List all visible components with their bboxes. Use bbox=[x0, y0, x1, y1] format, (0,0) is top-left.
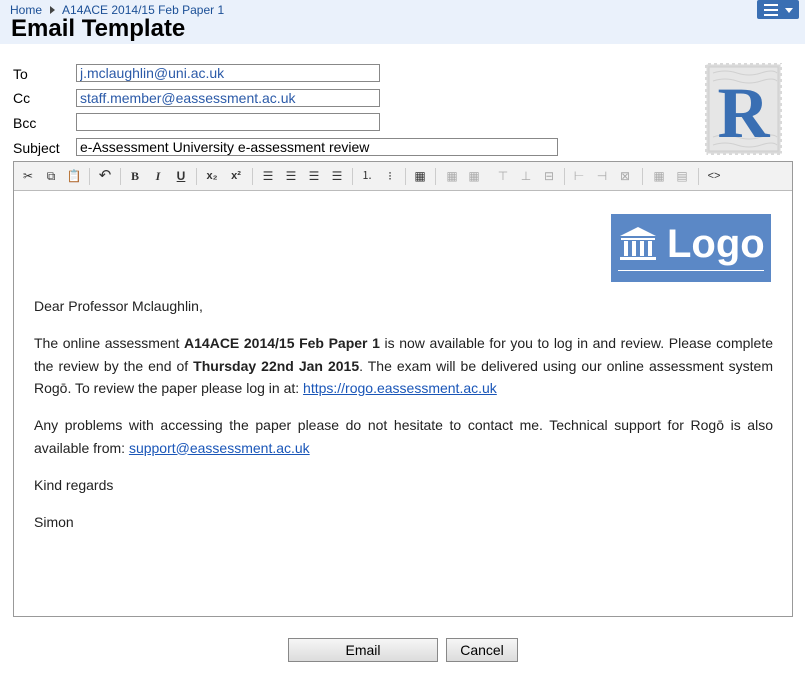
source-code-icon[interactable]: <> bbox=[706, 168, 722, 184]
align-right-icon[interactable]: ☰ bbox=[306, 168, 322, 184]
subscript-icon[interactable]: x₂ bbox=[204, 168, 220, 184]
stamp-letter: R bbox=[718, 73, 771, 153]
italic-icon[interactable]: I bbox=[150, 168, 166, 184]
logo-image: Logo bbox=[611, 214, 771, 282]
breadcrumb-separator-icon bbox=[50, 5, 56, 14]
insert-row-before-icon[interactable]: ⊤ bbox=[495, 168, 511, 184]
institution-building-icon bbox=[620, 227, 656, 260]
subject-label: Subject bbox=[13, 140, 60, 156]
insert-row-after-icon[interactable]: ⊥ bbox=[518, 168, 534, 184]
bold-icon[interactable]: B bbox=[127, 168, 143, 184]
merge-cells-icon[interactable]: ▦ bbox=[466, 168, 482, 184]
email-greeting: Dear Professor Mclaughlin, bbox=[34, 298, 203, 314]
to-label: To bbox=[13, 66, 28, 82]
delete-row-icon[interactable]: ⊟ bbox=[541, 168, 557, 184]
underline-icon[interactable]: U bbox=[173, 168, 189, 184]
bcc-field[interactable] bbox=[76, 113, 380, 131]
align-center-icon[interactable]: ☰ bbox=[283, 168, 299, 184]
cc-field[interactable] bbox=[76, 89, 380, 107]
cc-label: Cc bbox=[13, 90, 31, 106]
rogo-stamp-logo: R bbox=[705, 63, 782, 155]
insert-col-before-icon[interactable]: ⊢ bbox=[571, 168, 587, 184]
bullet-list-icon[interactable]: ⁝ bbox=[382, 168, 398, 184]
split-cells-icon[interactable]: ▦ bbox=[651, 168, 667, 184]
page-title: Email Template bbox=[11, 15, 186, 42]
chevron-down-icon bbox=[785, 8, 793, 13]
menu-button[interactable] bbox=[757, 0, 799, 19]
email-signature: Simon bbox=[34, 514, 74, 530]
justify-icon[interactable]: ☰ bbox=[329, 168, 345, 184]
copy-icon[interactable]: ⧉ bbox=[43, 168, 59, 184]
numbered-list-icon[interactable]: ⒈ bbox=[359, 168, 375, 184]
logo-text: Logo bbox=[667, 222, 765, 266]
email-closing: Kind regards bbox=[34, 477, 114, 493]
delete-col-icon[interactable]: ⊠ bbox=[617, 168, 633, 184]
table-icon[interactable]: ▦ bbox=[444, 168, 460, 184]
bcc-label: Bcc bbox=[13, 115, 37, 131]
undo-icon[interactable]: ↶ bbox=[97, 168, 113, 184]
page-header: Home A14ACE 2014/15 Feb Paper 1 Email Tem… bbox=[0, 0, 805, 44]
cancel-button[interactable]: Cancel bbox=[446, 638, 518, 662]
to-field[interactable] bbox=[76, 64, 380, 82]
table-edit-icon[interactable]: ▦ bbox=[412, 168, 428, 184]
insert-col-after-icon[interactable]: ⊣ bbox=[594, 168, 610, 184]
hamburger-icon bbox=[764, 4, 778, 19]
paste-icon[interactable]: 📋 bbox=[66, 168, 82, 184]
superscript-icon[interactable]: x² bbox=[228, 168, 244, 184]
support-email-link[interactable]: support@eassessment.ac.uk bbox=[129, 440, 310, 456]
email-paragraph-1: The online assessment A14ACE 2014/15 Feb… bbox=[34, 335, 773, 396]
review-link[interactable]: https://rogo.eassessment.ac.uk bbox=[303, 380, 497, 396]
rich-text-editor[interactable]: ✂ ⧉ 📋 ↶ B I U x₂ x² ☰ ☰ ☰ ☰ ⒈ ⁝ ▦ ▦ ▦ ⊤ … bbox=[13, 161, 793, 617]
align-left-icon[interactable]: ☰ bbox=[260, 168, 276, 184]
email-button[interactable]: Email bbox=[288, 638, 438, 662]
cell-props-icon[interactable]: ▤ bbox=[674, 168, 690, 184]
subject-field[interactable] bbox=[76, 138, 558, 156]
cut-icon[interactable]: ✂ bbox=[20, 168, 36, 184]
editor-toolbar: ✂ ⧉ 📋 ↶ B I U x₂ x² ☰ ☰ ☰ ☰ ⒈ ⁝ ▦ ▦ ▦ ⊤ … bbox=[14, 162, 792, 191]
email-paragraph-2: Any problems with accessing the paper pl… bbox=[34, 417, 773, 456]
